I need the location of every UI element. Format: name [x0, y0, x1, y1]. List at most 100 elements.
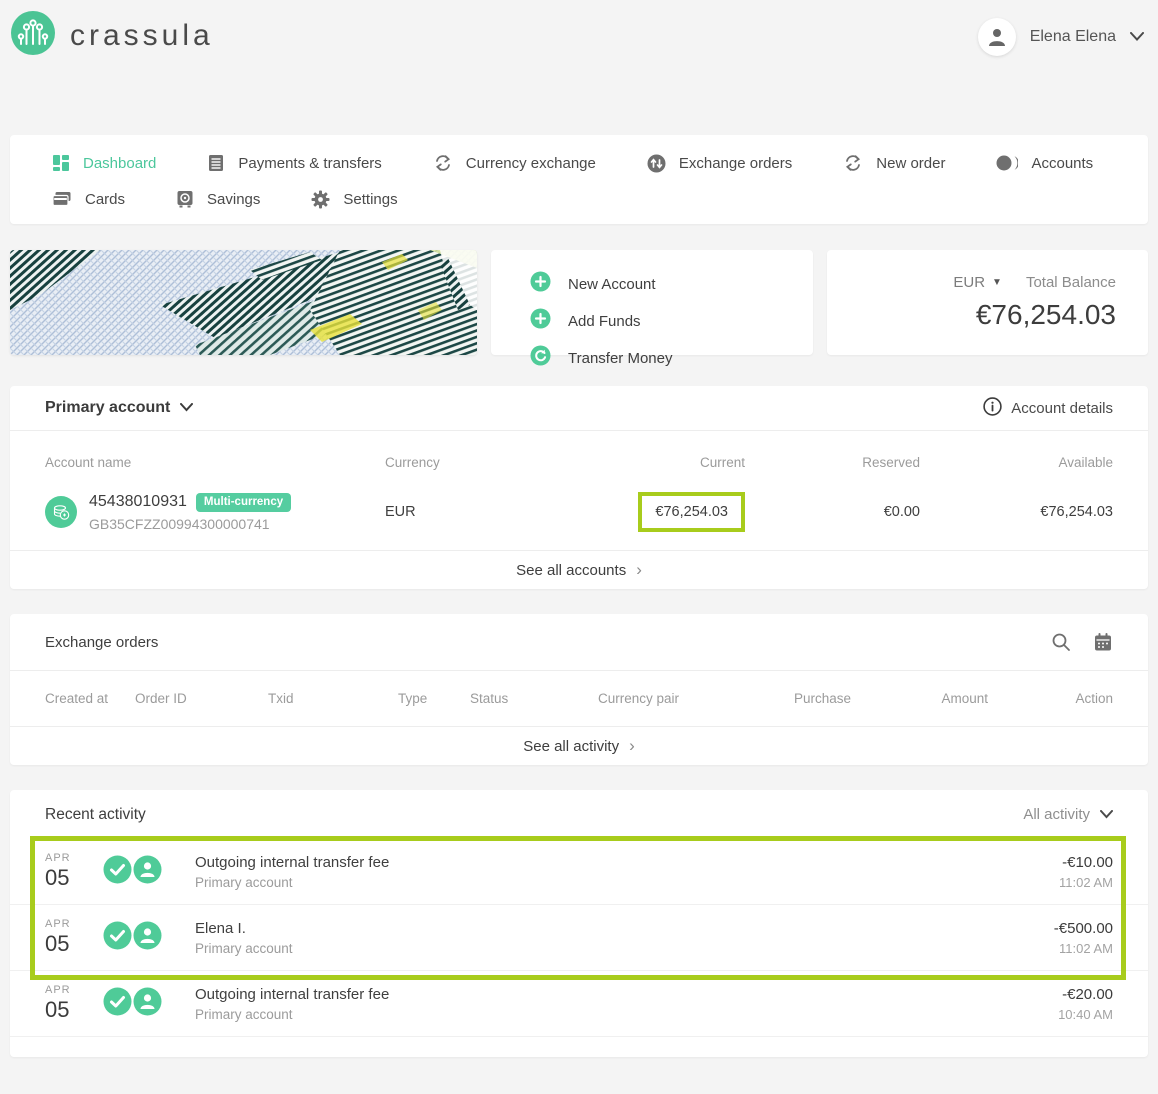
account-row[interactable]: 45438010931 Multi-currency GB35CFZZ00994…: [45, 492, 1113, 532]
brand[interactable]: crassula: [10, 10, 214, 61]
counterparty-person-icon: [133, 921, 162, 955]
tab-savings[interactable]: Savings: [176, 190, 260, 208]
available-balance: €76,254.03: [920, 504, 1113, 520]
accounts-table: Account name Currency Current Reserved A…: [10, 431, 1148, 550]
activity-filter-select[interactable]: All activity: [1023, 806, 1113, 823]
activity-subtitle: Primary account: [195, 1007, 1058, 1022]
nav-row-2: Cards Savings Settings: [52, 184, 1106, 214]
col-account-name: Account name: [45, 455, 385, 470]
activity-date: APR 05: [45, 852, 103, 891]
col-purchase: Purchase: [788, 691, 851, 706]
nav-row-1: Dashboard Payments & transfers Currency …: [52, 148, 1106, 178]
action-label: New Account: [568, 276, 656, 293]
account-details-button[interactable]: Account details: [983, 397, 1113, 420]
counterparty-person-icon: [133, 855, 162, 889]
savings-icon: [176, 190, 194, 208]
activity-row[interactable]: APR 05 Elena I. Primary account: [10, 905, 1148, 971]
col-current: Current: [635, 455, 745, 470]
exchange-orders-title: Exchange orders: [45, 634, 158, 651]
summary-row: New Account Add Funds Transfer Money EUR…: [10, 250, 1148, 355]
nav-label: Settings: [343, 191, 397, 208]
main-nav: Dashboard Payments & transfers Currency …: [10, 135, 1148, 224]
nav-label: Cards: [85, 191, 125, 208]
account-iban: GB35CFZZ00994300000741: [89, 516, 291, 532]
account-coins-icon: [45, 496, 77, 528]
add-funds-button[interactable]: Add Funds: [530, 308, 813, 334]
plus-circle-icon: [530, 308, 551, 334]
multi-currency-badge: Multi-currency: [196, 493, 291, 512]
tab-payments-transfers[interactable]: Payments & transfers: [207, 154, 381, 172]
gear-icon: [311, 190, 330, 209]
calendar-icon[interactable]: [1093, 632, 1113, 652]
exchange-arrows-icon: [433, 154, 453, 172]
see-all-activity-link[interactable]: See all activity ›: [10, 726, 1148, 765]
chevron-down-icon: [1100, 806, 1113, 823]
nav-label: Dashboard: [83, 155, 156, 172]
user-menu[interactable]: Elena Elena: [978, 18, 1144, 56]
activity-day: 05: [45, 997, 103, 1023]
activity-month: APR: [45, 984, 103, 996]
activity-time: 11:02 AM: [1059, 875, 1113, 890]
col-amount: Amount: [851, 691, 988, 706]
search-icon[interactable]: [1051, 632, 1071, 652]
tab-accounts[interactable]: Accounts: [996, 154, 1093, 172]
transfer-money-button[interactable]: Transfer Money: [530, 345, 813, 371]
col-created-at: Created at: [45, 691, 135, 706]
nav-label: Exchange orders: [679, 155, 792, 172]
tab-new-order[interactable]: New order: [843, 154, 945, 172]
tab-currency-exchange[interactable]: Currency exchange: [433, 154, 596, 172]
user-name: Elena Elena: [1030, 28, 1116, 46]
account-number: 45438010931: [89, 493, 187, 511]
cards-icon: [52, 191, 72, 207]
activity-row[interactable]: APR 05 Outgoing internal transfer fee: [10, 839, 1148, 905]
activity-day: 05: [45, 865, 103, 891]
activity-list: APR 05 Outgoing internal transfer fee: [10, 839, 1148, 1037]
activity-row[interactable]: APR 05 Outgoing internal transfer fee Pr…: [10, 971, 1148, 1037]
exchange-orders-card: Exchange orders Created at Order ID Txid…: [10, 614, 1148, 765]
col-reserved: Reserved: [745, 455, 920, 470]
tab-exchange-orders[interactable]: Exchange orders: [647, 154, 792, 173]
accounts-icon: [996, 154, 1018, 172]
primary-account-card: Primary account Account details Account …: [10, 386, 1148, 589]
activity-time: 10:40 AM: [1058, 1007, 1113, 1022]
activity-date: APR 05: [45, 984, 103, 1023]
activity-date: APR 05: [45, 918, 103, 957]
nav-label: Savings: [207, 191, 260, 208]
payments-icon: [207, 154, 225, 172]
see-all-accounts-link[interactable]: See all accounts ›: [10, 550, 1148, 589]
total-balance-amount: €76,254.03: [827, 299, 1116, 331]
balance-currency: EUR: [953, 274, 985, 291]
action-label: Transfer Money: [568, 350, 672, 367]
tab-settings[interactable]: Settings: [311, 190, 397, 209]
col-txid: Txid: [268, 691, 398, 706]
activity-time: 11:02 AM: [1054, 941, 1113, 956]
banknote-image: [10, 250, 477, 355]
activity-amount: -€500.00: [1054, 920, 1113, 937]
nav-label: Currency exchange: [466, 155, 596, 172]
tab-dashboard[interactable]: Dashboard: [52, 154, 156, 172]
see-all-activity-label: See all activity: [523, 738, 619, 755]
col-status: Status: [470, 691, 598, 706]
account-currency: EUR: [385, 504, 635, 520]
activity-month: APR: [45, 852, 103, 864]
account-selector[interactable]: Primary account: [45, 399, 193, 417]
status-check-icon: [103, 921, 132, 955]
chevron-down-icon: ▼: [992, 277, 1002, 288]
status-check-icon: [103, 855, 132, 889]
chevron-down-icon: [180, 399, 193, 417]
plus-circle-icon: [530, 271, 551, 297]
balance-currency-select[interactable]: EUR ▼: [953, 274, 1002, 291]
activity-subtitle: Primary account: [195, 941, 1054, 956]
col-order-id: Order ID: [135, 691, 268, 706]
exchange-orders-icon: [647, 154, 666, 173]
brand-name: crassula: [70, 19, 214, 53]
new-account-button[interactable]: New Account: [530, 271, 813, 297]
activity-subtitle: Primary account: [195, 875, 1059, 890]
activity-title: Outgoing internal transfer fee: [195, 986, 1058, 1003]
chevron-right-icon: ›: [636, 560, 642, 580]
col-currency: Currency: [385, 455, 635, 470]
activity-title: Elena I.: [195, 920, 1054, 937]
crassula-logo-icon: [10, 10, 56, 61]
account-selector-label: Primary account: [45, 399, 170, 417]
tab-cards[interactable]: Cards: [52, 191, 125, 208]
